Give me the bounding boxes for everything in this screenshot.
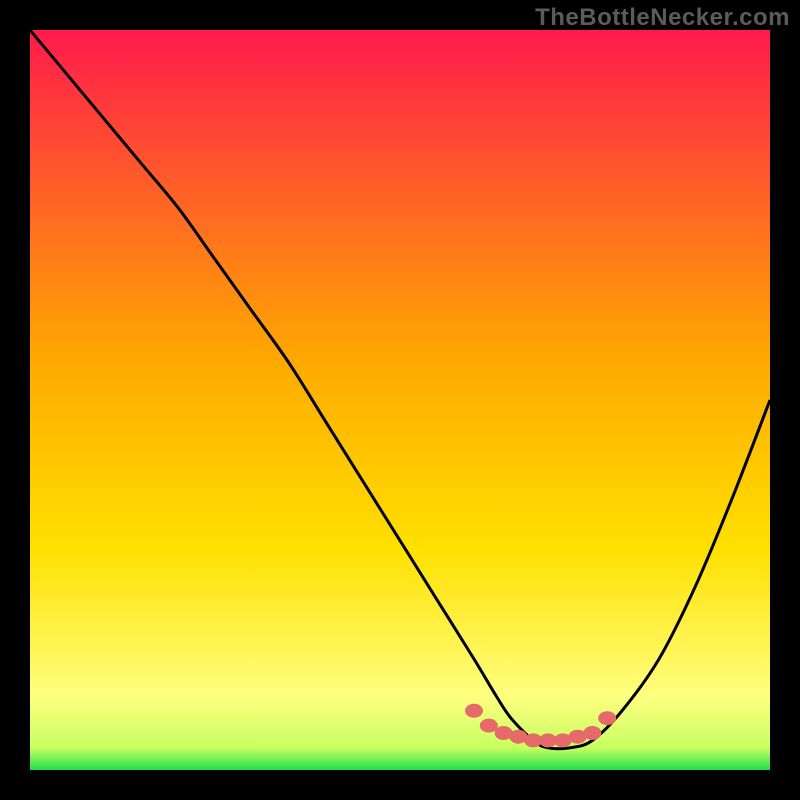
optimal-marker [480,719,498,733]
chart-svg [30,30,770,770]
plot-area [30,30,770,770]
optimal-marker [598,711,616,725]
chart-frame: TheBottleNecker.com [0,0,800,800]
watermark-text: TheBottleNecker.com [535,4,790,32]
optimal-marker [465,704,483,718]
optimal-marker [583,726,601,740]
